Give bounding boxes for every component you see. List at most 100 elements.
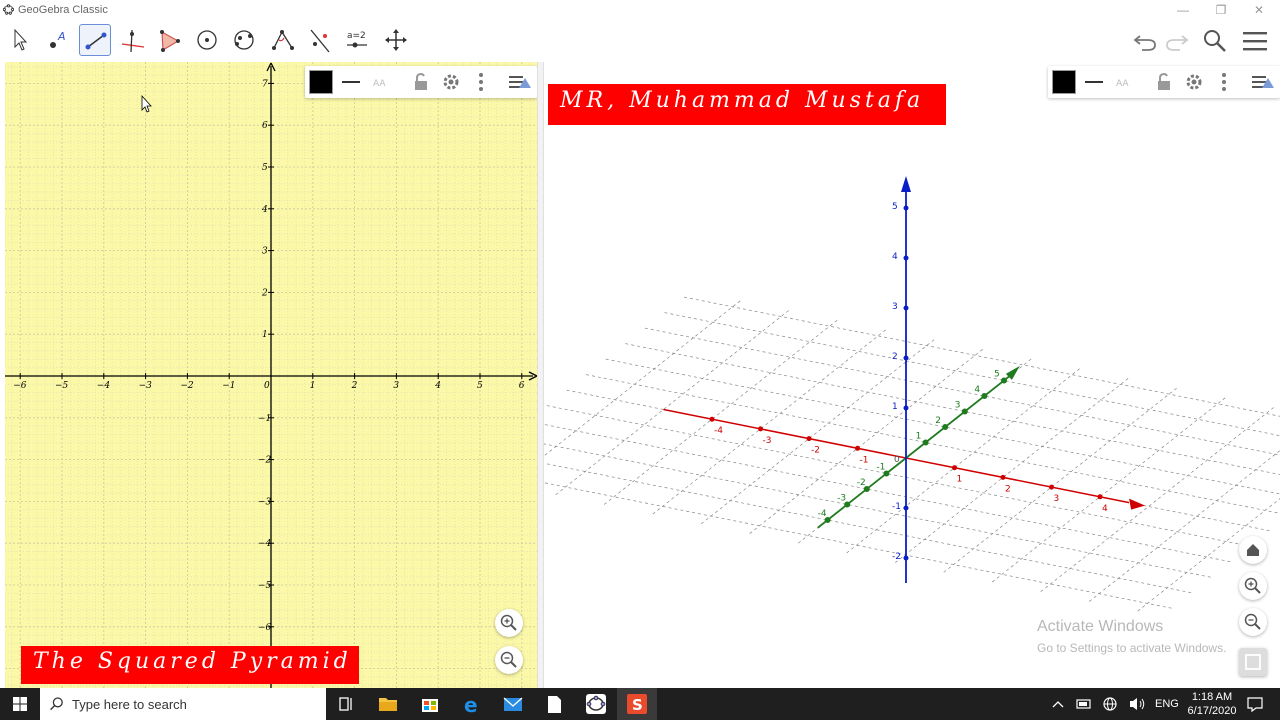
y-tick-3d (923, 440, 929, 446)
lock-icon[interactable] (409, 70, 433, 94)
home-view-button[interactable] (1239, 536, 1267, 564)
y-tick-label: 1 (262, 330, 268, 340)
y-tick-label: −5 (258, 581, 272, 591)
perpendicular-line-tool-icon[interactable] (116, 24, 148, 56)
reflect-tool-icon[interactable] (303, 24, 335, 56)
color-swatch[interactable] (309, 70, 333, 94)
x-tick-3d (1098, 494, 1103, 499)
graphics-menu-icon[interactable] (1250, 70, 1274, 94)
settings-gear-icon[interactable] (1182, 70, 1206, 94)
x-tick-label: −6 (13, 381, 27, 391)
graphics-view-3d[interactable]: -4-3-2-11234-4-3-2-112345-2-1123450 MR, … (544, 62, 1280, 688)
mail-icon[interactable] (493, 688, 533, 720)
search-icon[interactable] (1200, 26, 1230, 56)
line-tool-icon[interactable] (79, 24, 111, 56)
graphics-2d-style-bar: AA (305, 66, 537, 98)
color-swatch[interactable] (1052, 70, 1076, 94)
text-style-icon[interactable]: AA (1112, 70, 1136, 94)
slider-tool-icon[interactable]: a=2 (341, 24, 373, 56)
x-tick-3d (807, 436, 812, 441)
z-tick-label-3d: 2 (892, 352, 898, 362)
z-tick-label-3d: 5 (892, 202, 898, 212)
x-tick-label-3d: 2 (1005, 484, 1011, 494)
show-hidden-icons-chevron-icon[interactable] (1048, 688, 1068, 720)
z-tick-3d (904, 306, 909, 311)
x-tick-3d (855, 446, 860, 451)
move-tool-icon[interactable] (4, 24, 36, 56)
origin-label-3d: 0 (894, 455, 900, 465)
angle-tool-icon[interactable] (266, 24, 298, 56)
graphics-menu-icon[interactable] (507, 70, 531, 94)
y-tick-label: −2 (258, 456, 272, 466)
x-tick-label: −4 (97, 381, 111, 391)
title-bar: GeoGebra Classic — ❐ ✕ (0, 0, 1280, 20)
activate-windows-subtitle: Go to Settings to activate Windows. (1037, 641, 1226, 655)
file-explorer-icon[interactable] (368, 688, 408, 720)
z-tick-3d (904, 556, 909, 561)
zoom-in-button[interactable] (495, 609, 523, 637)
fullscreen-button[interactable] (1239, 648, 1267, 676)
document-icon[interactable] (534, 688, 574, 720)
toolbar: A a=2 (0, 20, 1280, 62)
x-tick-label-3d: 3 (1054, 494, 1060, 504)
y-tick-label: −6 (258, 623, 272, 633)
graphics-3d-canvas[interactable]: -4-3-2-11234-4-3-2-112345-2-1123450 (544, 62, 1280, 688)
ellipse-tool-icon[interactable] (228, 24, 260, 56)
line-style-icon[interactable] (339, 70, 363, 94)
y-tick-label-3d: -4 (818, 509, 827, 519)
redo-icon[interactable] (1162, 26, 1192, 56)
svg-text:AA: AA (373, 79, 386, 89)
lock-icon[interactable] (1152, 70, 1176, 94)
y-tick-label: 3 (262, 247, 268, 257)
language-indicator[interactable]: ENG (1155, 688, 1179, 720)
svg-text:A: A (57, 30, 66, 43)
network-globe-icon[interactable] (1100, 688, 1120, 720)
taskbar-search-box[interactable]: Type here to search (40, 688, 326, 720)
more-options-icon[interactable] (469, 70, 493, 94)
graphics-view-2d[interactable]: −6−5−4−3−2−101234561234567−1−2−3−4−5−6 A… (5, 62, 537, 688)
line-style-icon[interactable] (1082, 70, 1106, 94)
restore-button[interactable]: ❐ (1206, 2, 1236, 18)
x-tick-label-3d: 1 (957, 475, 963, 485)
graphics-2d-canvas[interactable]: −6−5−4−3−2−101234561234567−1−2−3−4−5−6 (5, 62, 537, 688)
window-title: GeoGebra Classic (18, 4, 108, 16)
title-banner: The Squared Pyramid (21, 646, 359, 684)
zoom-in-button[interactable] (1239, 572, 1267, 600)
minimize-button[interactable]: — (1168, 2, 1198, 18)
polygon-tool-icon[interactable] (153, 24, 185, 56)
start-button[interactable] (0, 688, 40, 720)
undo-icon[interactable] (1130, 26, 1160, 56)
view-divider[interactable] (537, 62, 544, 688)
battery-icon[interactable] (1074, 688, 1094, 720)
notifications-icon[interactable] (1244, 688, 1266, 720)
z-tick-label-3d: 4 (892, 252, 898, 262)
z-tick-3d (904, 256, 909, 261)
svg-text:a=2: a=2 (347, 31, 366, 41)
geogebra-taskbar-icon[interactable] (576, 688, 616, 720)
search-icon (49, 696, 65, 712)
author-banner: MR, Muhammad Mustafa (548, 84, 946, 125)
y-tick-label-3d: -3 (837, 494, 846, 504)
z-tick-3d (904, 206, 909, 211)
y-tick-label-3d: 4 (974, 385, 980, 395)
edge-browser-icon[interactable]: e (452, 688, 492, 720)
zoom-out-button[interactable] (495, 646, 523, 674)
y-tick-3d (981, 393, 987, 399)
main-menu-icon[interactable] (1240, 26, 1270, 56)
circle-tool-icon[interactable] (191, 24, 223, 56)
x-tick-3d (952, 465, 957, 470)
point-tool-icon[interactable]: A (42, 24, 74, 56)
text-style-icon[interactable]: AA (369, 70, 393, 94)
task-view-icon[interactable] (326, 688, 366, 720)
x-tick-label-3d: -4 (714, 426, 723, 436)
zoom-out-button[interactable] (1239, 608, 1267, 636)
settings-gear-icon[interactable] (439, 70, 463, 94)
clock[interactable]: 1:18 AM 6/17/2020 (1183, 688, 1241, 720)
close-button[interactable]: ✕ (1244, 2, 1274, 18)
volume-icon[interactable] (1126, 688, 1148, 720)
move-graphics-view-tool-icon[interactable] (380, 24, 412, 56)
store-icon[interactable] (410, 688, 450, 720)
slides-app-icon[interactable]: S (617, 688, 657, 720)
more-options-icon[interactable] (1212, 70, 1236, 94)
x-tick-label-3d: -3 (763, 436, 772, 446)
